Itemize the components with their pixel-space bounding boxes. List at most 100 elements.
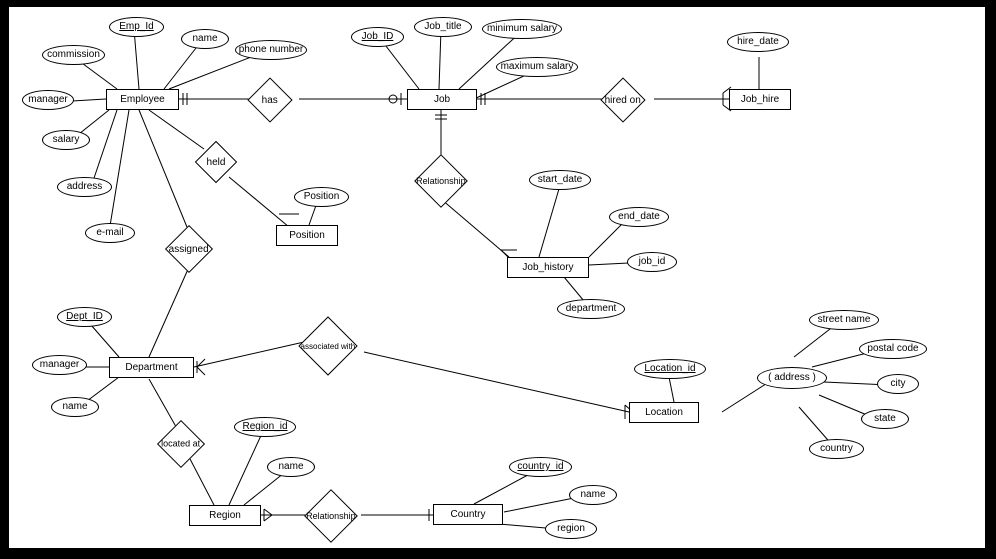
rel-hired-on: hired on bbox=[600, 77, 645, 122]
label: address bbox=[67, 182, 103, 192]
label: Employee bbox=[120, 94, 164, 105]
label: Relationship bbox=[416, 176, 466, 186]
entity-employee: Employee bbox=[106, 89, 179, 110]
entity-department: Department bbox=[109, 357, 194, 378]
label: Relationship bbox=[306, 511, 356, 521]
label: salary bbox=[53, 135, 80, 145]
label: manager bbox=[28, 95, 67, 105]
attr-position: Position bbox=[294, 187, 349, 207]
attr-manager-emp: manager bbox=[22, 90, 74, 110]
label: held bbox=[207, 157, 226, 168]
label: department bbox=[566, 304, 617, 314]
label: postal code bbox=[867, 344, 918, 354]
label: Job_history bbox=[522, 262, 573, 273]
rel-located-at: located at bbox=[157, 420, 205, 468]
label: has bbox=[262, 95, 278, 106]
attr-emp-id: Emp_Id bbox=[109, 17, 164, 37]
entity-region: Region bbox=[189, 505, 261, 526]
attr-country-region: region bbox=[545, 519, 597, 539]
label: name bbox=[192, 34, 217, 44]
attr-manager-dept: manager bbox=[32, 355, 87, 375]
label: Job_title bbox=[424, 22, 461, 32]
label: region bbox=[557, 524, 585, 534]
entity-position: Position bbox=[276, 225, 338, 246]
entity-country: Country bbox=[433, 504, 503, 525]
label: manager bbox=[40, 360, 79, 370]
entity-job-hire: Job_hire bbox=[729, 89, 791, 110]
attr-max-salary: maximum salary bbox=[496, 57, 578, 77]
rel-associated-with: associated with bbox=[298, 316, 357, 375]
label: name bbox=[580, 490, 605, 500]
attr-country-name: name bbox=[569, 485, 617, 505]
label: Emp_Id bbox=[119, 22, 153, 32]
label: street name bbox=[818, 315, 871, 325]
label: Location bbox=[645, 407, 683, 418]
label: start_date bbox=[538, 175, 582, 185]
rel-job-history: Relationship bbox=[414, 154, 468, 208]
attr-job-id: Job_ID bbox=[351, 27, 404, 47]
label: state bbox=[874, 414, 896, 424]
label: name bbox=[278, 462, 303, 472]
label: job_id bbox=[639, 257, 666, 267]
label: Country bbox=[450, 509, 485, 520]
attr-jh-department: department bbox=[557, 299, 625, 319]
label: Region_id bbox=[242, 422, 287, 432]
label: Position bbox=[304, 192, 340, 202]
label: located at bbox=[161, 439, 200, 449]
label: Job bbox=[434, 94, 450, 105]
attr-region-id: Region_id bbox=[234, 417, 296, 437]
rel-has: has bbox=[247, 77, 292, 122]
attr-start-date: start_date bbox=[529, 170, 591, 190]
label: Position bbox=[289, 230, 325, 241]
attr-address-emp: address bbox=[57, 177, 112, 197]
label: hired on bbox=[605, 95, 641, 106]
label: hire_date bbox=[737, 37, 779, 47]
entity-job-history: Job_history bbox=[507, 257, 589, 278]
label: assigned bbox=[169, 244, 209, 255]
label: Job_hire bbox=[741, 94, 779, 105]
attr-city: city bbox=[877, 374, 919, 394]
attr-postal-code: postal code bbox=[859, 339, 927, 359]
attr-name: name bbox=[181, 29, 229, 49]
label: e-mail bbox=[96, 228, 123, 238]
attr-dept-name: name bbox=[51, 397, 99, 417]
attr-state: state bbox=[861, 409, 909, 429]
attr-salary: salary bbox=[42, 130, 90, 150]
label: commission bbox=[47, 50, 100, 60]
rel-held: held bbox=[195, 141, 237, 183]
er-diagram-canvas: Employee Job Job_hire Position Job_histo… bbox=[8, 6, 986, 549]
label: Dept_ID bbox=[66, 312, 103, 322]
label: country_id bbox=[517, 462, 563, 472]
label: Department bbox=[125, 362, 177, 373]
attr-dept-id: Dept_ID bbox=[57, 307, 112, 327]
attr-loc-country: country bbox=[809, 439, 864, 459]
label: minimum salary bbox=[487, 24, 557, 34]
label: Job_ID bbox=[362, 32, 394, 42]
attr-loc-address: ( address ) bbox=[757, 367, 827, 389]
label: name bbox=[62, 402, 87, 412]
attr-street-name: street name bbox=[809, 310, 879, 330]
label: Region bbox=[209, 510, 241, 521]
attr-country-id: country_id bbox=[509, 457, 572, 477]
label: maximum salary bbox=[501, 62, 574, 72]
attr-min-salary: minimum salary bbox=[482, 19, 562, 39]
label: phone number bbox=[239, 45, 304, 55]
attr-email: e-mail bbox=[85, 223, 135, 243]
label: ( address ) bbox=[768, 373, 816, 383]
attr-region-name: name bbox=[267, 457, 315, 477]
entity-job: Job bbox=[407, 89, 477, 110]
label: country bbox=[820, 444, 853, 454]
attr-hire-date: hire_date bbox=[727, 32, 789, 52]
rel-assigned: assigned bbox=[165, 225, 213, 273]
attr-location-id: Location_id bbox=[634, 359, 706, 379]
label: end_date bbox=[618, 212, 660, 222]
attr-end-date: end_date bbox=[609, 207, 669, 227]
attr-phone: phone number bbox=[235, 40, 307, 60]
label: city bbox=[891, 379, 906, 389]
label: Location_id bbox=[644, 364, 695, 374]
attr-commission: commission bbox=[42, 45, 105, 65]
attr-job-title: Job_title bbox=[414, 17, 472, 37]
rel-region-country: Relationship bbox=[304, 489, 358, 543]
attr-jh-job-id: job_id bbox=[627, 252, 677, 272]
entity-location: Location bbox=[629, 402, 699, 423]
